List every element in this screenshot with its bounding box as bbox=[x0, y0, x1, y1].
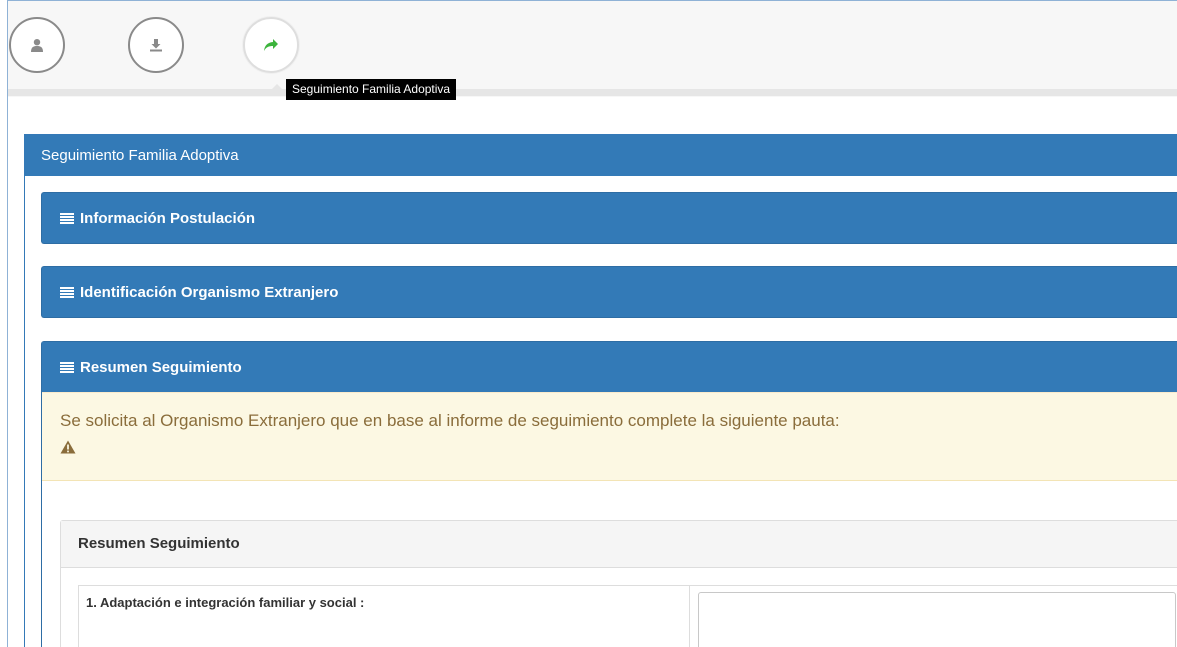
section-resumen-seguimiento: Resumen Seguimiento Se solicita al Organ… bbox=[41, 341, 1177, 647]
download-icon bbox=[150, 39, 162, 52]
main-panel-title: Seguimiento Familia Adoptiva bbox=[25, 135, 1177, 176]
warning-text: Se solicita al Organismo Extranjero que … bbox=[60, 411, 840, 430]
section-identificacion-organismo[interactable]: Identificación Organismo Extranjero bbox=[41, 266, 1177, 318]
wizard-step-seguimiento[interactable] bbox=[243, 17, 299, 73]
wizard-step-user[interactable] bbox=[9, 17, 65, 73]
inner-panel-title: Resumen Seguimiento bbox=[61, 521, 1177, 568]
list-icon bbox=[60, 212, 74, 225]
wizard-steps bbox=[8, 1, 1177, 97]
resumen-inner-panel: Resumen Seguimiento 1. Adaptación e inte… bbox=[60, 520, 1177, 647]
active-step-caret bbox=[269, 84, 285, 92]
warning-alert: Se solicita al Organismo Extranjero que … bbox=[42, 392, 1177, 481]
warning-icon bbox=[60, 440, 76, 454]
section-resumen-header[interactable]: Resumen Seguimiento bbox=[42, 342, 1177, 392]
list-icon bbox=[60, 361, 74, 374]
wizard-track bbox=[8, 89, 1177, 96]
step-tooltip: Seguimiento Familia Adoptiva bbox=[286, 79, 457, 100]
user-icon bbox=[31, 39, 43, 52]
section-title: Información Postulación bbox=[80, 209, 256, 227]
section-informacion-postulacion[interactable]: Información Postulación bbox=[41, 192, 1177, 244]
main-panel: Seguimiento Familia Adoptiva Información… bbox=[24, 134, 1177, 647]
section-title: Resumen Seguimiento bbox=[80, 358, 242, 376]
section-title: Identificación Organismo Extranjero bbox=[80, 283, 339, 301]
question-row: 1. Adaptación e integración familiar y s… bbox=[78, 585, 1177, 647]
question-answer-field[interactable] bbox=[698, 592, 1176, 647]
list-icon bbox=[60, 286, 74, 299]
share-arrow-icon bbox=[264, 39, 278, 51]
wizard-step-download[interactable] bbox=[128, 17, 184, 73]
question-label: 1. Adaptación e integración familiar y s… bbox=[79, 586, 690, 647]
